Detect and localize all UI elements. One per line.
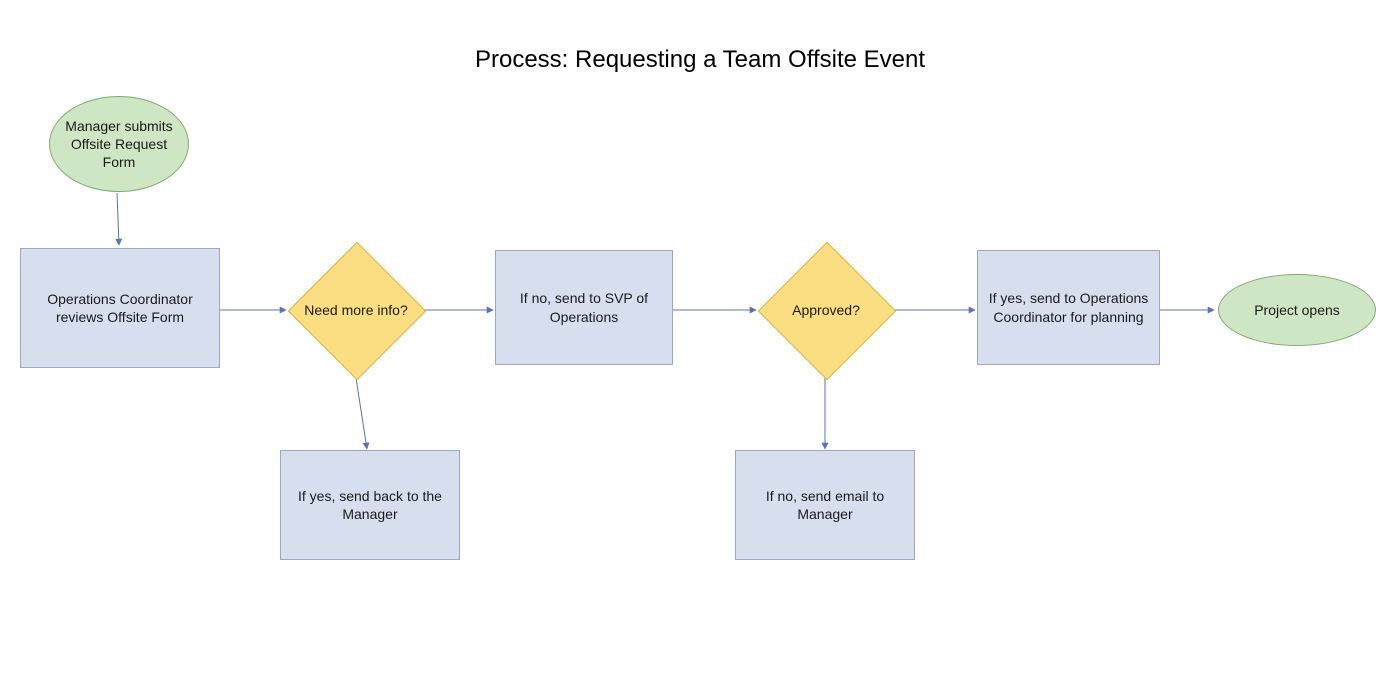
process-send-svp: If no, send to SVP of Operations bbox=[495, 250, 673, 365]
decision-approved: Approved? bbox=[758, 242, 894, 378]
process-yes-plan-label: If yes, send to Operations Coordinator f… bbox=[988, 289, 1149, 325]
diagram-title: Process: Requesting a Team Offsite Event bbox=[0, 46, 1400, 74]
decision-approved-label: Approved? bbox=[758, 242, 894, 378]
arrow-start-to-review bbox=[117, 193, 119, 245]
process-send-svp-label: If no, send to SVP of Operations bbox=[506, 289, 662, 325]
terminator-start-label: Manager submits Offsite Request Form bbox=[60, 117, 178, 172]
process-yes-plan: If yes, send to Operations Coordinator f… bbox=[977, 250, 1160, 365]
terminator-end-label: Project opens bbox=[1254, 301, 1340, 319]
flowchart-canvas: Process: Requesting a Team Offsite Event… bbox=[0, 0, 1400, 697]
process-send-back: If yes, send back to the Manager bbox=[280, 450, 460, 560]
terminator-end: Project opens bbox=[1218, 274, 1376, 346]
process-review-form: Operations Coordinator reviews Offsite F… bbox=[20, 248, 220, 368]
process-no-email: If no, send email to Manager bbox=[735, 450, 915, 560]
process-send-back-label: If yes, send back to the Manager bbox=[291, 487, 449, 523]
process-no-email-label: If no, send email to Manager bbox=[746, 487, 904, 523]
arrow-needinfo-to-sendback bbox=[356, 378, 367, 449]
decision-need-info-label: Need more info? bbox=[288, 242, 424, 378]
decision-need-info: Need more info? bbox=[288, 242, 424, 378]
terminator-start: Manager submits Offsite Request Form bbox=[49, 96, 189, 192]
process-review-form-label: Operations Coordinator reviews Offsite F… bbox=[31, 290, 209, 326]
